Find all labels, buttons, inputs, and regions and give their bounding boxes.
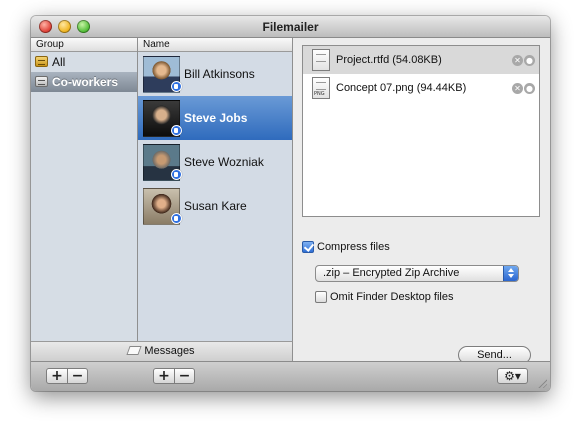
add-contact-button[interactable]: + — [154, 369, 174, 383]
file-list[interactable]: Project.rtfd (54.08KB) ✕ ● PNG Concept 07… — [302, 45, 540, 217]
file-name: Concept 07.png (94.44KB) — [336, 82, 467, 94]
archive-format-value: .zip – Encrypted Zip Archive — [323, 267, 460, 279]
group-item-label: All — [52, 55, 66, 69]
contact-row-steve-jobs[interactable]: Steve Jobs — [138, 96, 292, 140]
contact-name: Bill Atkinsons — [184, 67, 255, 81]
ichat-badge-icon — [171, 213, 182, 224]
compress-files-checkbox[interactable] — [302, 241, 314, 253]
contact-row-bill-atkinsons[interactable]: Bill Atkinsons — [138, 52, 292, 96]
name-column-header[interactable]: Name — [138, 38, 292, 52]
file-row[interactable]: PNG Concept 07.png (94.44KB) ✕ ● — [303, 74, 539, 102]
group-item-co-workers[interactable]: Co-workers — [31, 72, 137, 92]
remove-file-icon[interactable]: ✕ — [512, 83, 523, 94]
contact-name: Susan Kare — [184, 199, 247, 213]
file-row[interactable]: Project.rtfd (54.08KB) ✕ ● — [303, 46, 539, 74]
attachment-panel: Project.rtfd (54.08KB) ✕ ● PNG Concept 07… — [293, 38, 550, 364]
messages-label: Messages — [144, 345, 195, 357]
ichat-badge-icon — [171, 81, 182, 92]
compress-files-label: Compress files — [317, 241, 390, 253]
messages-button[interactable]: Messages — [31, 341, 293, 361]
remove-file-icon[interactable]: ✕ — [512, 55, 523, 66]
contact-row-steve-wozniak[interactable]: Steve Wozniak — [138, 140, 292, 184]
contact-add-remove-control: + − — [153, 368, 195, 384]
png-document-icon: PNG — [312, 77, 330, 99]
title-bar[interactable]: Filemailer — [31, 16, 550, 38]
group-item-all[interactable]: All — [31, 52, 137, 72]
remove-contact-button[interactable]: − — [174, 369, 194, 383]
paper-plane-icon — [126, 346, 143, 355]
rtfd-document-icon — [312, 49, 330, 71]
close-window-button[interactable] — [39, 20, 52, 33]
gear-menu-button[interactable]: ⚙▾ — [497, 368, 528, 384]
ichat-badge-icon — [171, 169, 182, 180]
archive-format-select[interactable]: .zip – Encrypted Zip Archive — [315, 265, 519, 282]
contact-row-susan-kare[interactable]: Susan Kare — [138, 184, 292, 228]
zoom-window-button[interactable] — [77, 20, 90, 33]
file-type-tag: PNG — [314, 91, 325, 97]
group-column-header[interactable]: Group — [31, 38, 137, 52]
window-title: Filemailer — [262, 20, 319, 34]
group-list: Group All Co-workers — [31, 38, 138, 341]
bottom-toolbar: + − + − ⚙▾ — [31, 361, 550, 391]
popup-arrows-icon — [503, 266, 518, 281]
omit-finder-label: Omit Finder Desktop files — [330, 291, 454, 303]
quick-look-icon[interactable]: ● — [524, 55, 535, 66]
group-add-remove-control: + − — [46, 368, 88, 384]
minimize-window-button[interactable] — [58, 20, 71, 33]
quick-look-icon[interactable]: ● — [524, 83, 535, 94]
omit-finder-checkbox[interactable] — [315, 291, 327, 303]
resize-grip-icon[interactable] — [537, 378, 547, 388]
filemailer-window: Filemailer Group All Co-workers Name Bil… — [31, 16, 550, 391]
file-name: Project.rtfd (54.08KB) — [336, 54, 442, 66]
ichat-badge-icon — [171, 125, 182, 136]
group-item-label: Co-workers — [52, 75, 119, 89]
address-book-icon — [35, 56, 48, 67]
contact-name: Steve Jobs — [184, 111, 248, 125]
contact-name: Steve Wozniak — [184, 155, 264, 169]
remove-group-button[interactable]: − — [67, 369, 87, 383]
file-actions: ✕ ● — [511, 54, 535, 66]
contact-list: Name Bill Atkinsons Steve Jobs Steve Woz… — [138, 38, 293, 341]
add-group-button[interactable]: + — [47, 369, 67, 383]
file-actions: ✕ ● — [511, 82, 535, 94]
group-card-icon — [35, 76, 48, 87]
